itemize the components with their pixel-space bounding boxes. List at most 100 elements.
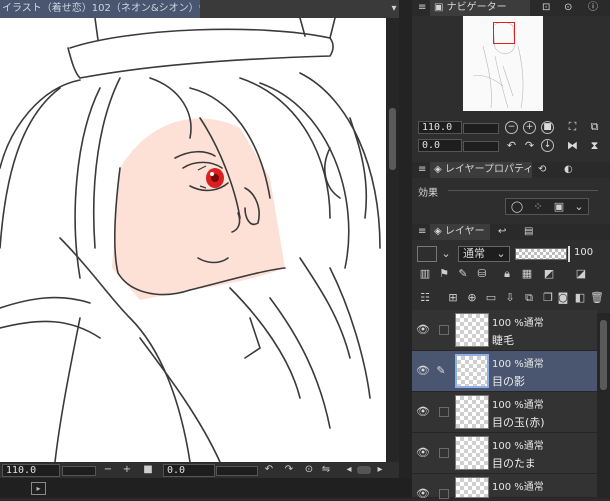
draft-layer-icon[interactable]: ✎ [456, 267, 470, 281]
new-folder-icon[interactable]: ▭ [484, 291, 498, 305]
history-icon[interactable]: ↩ [498, 224, 506, 240]
layer-list-scroll-thumb[interactable] [600, 320, 607, 390]
mask-disable-icon[interactable]: ◪ [574, 267, 588, 281]
fit-square-icon[interactable]: ■ [142, 463, 154, 477]
opacity-value[interactable]: 100 [574, 247, 593, 258]
canvas-zoom-slider[interactable] [62, 466, 96, 476]
layer-mask-icon[interactable]: ◙ [556, 291, 570, 305]
layer-row[interactable]: 👁︎ 100 %通常 [412, 474, 598, 501]
layers-tab-label: レイヤー [444, 226, 485, 237]
tab-icon-2[interactable]: ⊡ [542, 0, 550, 16]
opacity-slider-handle[interactable] [568, 246, 570, 262]
layer-lock-slot[interactable] [439, 325, 449, 335]
panel-menu-icon[interactable]: ≡ [418, 162, 426, 178]
layer-row[interactable]: 👁︎ 100 %通常 目のたま [412, 433, 598, 474]
rotate-left-icon[interactable]: ↶ [263, 463, 275, 477]
navigator-view-frame[interactable] [493, 22, 515, 44]
lock-layer-icon[interactable]: ⛁ [475, 267, 489, 281]
tone-effect-icon[interactable]: ⁘ [531, 200, 545, 214]
layer-thumbnail [455, 354, 489, 388]
tab-icon-color[interactable]: ⟲ [538, 162, 546, 178]
navigator-zoom-slider[interactable] [463, 123, 499, 134]
zoom-in-icon[interactable]: + [523, 121, 536, 134]
zoom-in-button[interactable]: + [121, 463, 133, 477]
layers-tab[interactable]: ◈ レイヤー [430, 224, 490, 240]
visibility-eye-icon[interactable]: 👁︎ [416, 405, 430, 419]
new-raster-layer-icon[interactable]: ⊞ [446, 291, 460, 305]
info-icon[interactable]: ⓘ [588, 0, 598, 16]
canvas-zoom-field[interactable]: 110.0 [2, 464, 60, 477]
visibility-eye-icon[interactable]: 👁︎ [416, 487, 430, 501]
tab-icon-brush[interactable]: ◐ [564, 162, 573, 178]
fit-navigator-icon[interactable]: ⧉ [588, 120, 601, 133]
mask-toggle-icon[interactable]: ◩ [542, 267, 556, 281]
scroll-left-icon[interactable]: ◂ [343, 463, 355, 477]
merge-layer-icon[interactable]: ⧉ [522, 291, 536, 305]
layer-property-tab[interactable]: ◈ レイヤープロパティ [430, 162, 534, 178]
document-tab[interactable]: イラスト（着せ恋）102（ネオン&シオン）* [0, 0, 200, 18]
lock-transparent-icon[interactable]: ▦ [520, 267, 534, 281]
zoom-out-button[interactable]: − [102, 463, 114, 477]
canvas-vertical-scrollbar[interactable] [386, 18, 399, 462]
layer-list-icon[interactable]: ☷ [418, 291, 432, 305]
reset-rotation-icon[interactable]: ↓ [541, 139, 554, 152]
flip-horizontal-icon[interactable]: ⇋ [320, 463, 332, 477]
navigator-tab[interactable]: ▣ ナビゲーター [430, 0, 530, 16]
clipping-icon[interactable]: ▥ [418, 267, 432, 281]
effect-label: 効果 [418, 188, 438, 199]
tab-icon-3[interactable]: ⊙ [564, 0, 572, 16]
layer-property-tab-label: レイヤープロパティ [444, 164, 534, 175]
layer-lock-slot[interactable] [439, 448, 449, 458]
horizontal-scroll-thumb[interactable] [357, 466, 371, 474]
rotate-right-icon[interactable]: ↷ [283, 463, 295, 477]
timeline-icon[interactable]: ▸ [31, 482, 46, 495]
apply-mask-icon[interactable]: ◧ [573, 291, 587, 305]
canvas-rotation-slider[interactable] [216, 466, 258, 476]
rotate-left-icon[interactable]: ↶ [505, 139, 518, 152]
border-effect-icon[interactable]: ◯ [510, 200, 524, 214]
visibility-eye-icon[interactable]: 👁︎ [416, 364, 430, 378]
scroll-right-icon[interactable]: ▸ [374, 463, 386, 477]
layers-icon: ◈ [434, 226, 442, 237]
layer-row[interactable]: 👁︎ 100 %通常 目の玉(赤) [412, 392, 598, 433]
reference-layer-icon[interactable]: ⚑ [437, 267, 451, 281]
pencil-icon[interactable]: ✎ [434, 364, 448, 378]
trash-icon[interactable]: 🗑︎ [590, 291, 604, 305]
layer-color-swatch[interactable] [417, 246, 437, 262]
navigator-zoom-field[interactable]: 110.0 [418, 121, 462, 134]
transfer-down-icon[interactable]: ⇩ [503, 291, 517, 305]
layer-color-icon[interactable]: ▣ [552, 200, 566, 214]
layer-row[interactable]: 👁︎ 100 %通常 睫毛 [412, 310, 598, 351]
new-vector-layer-icon[interactable]: ⊕ [465, 291, 479, 305]
navigator-rotation-field[interactable]: 0.0 [418, 139, 462, 152]
zoom-out-icon[interactable]: − [505, 121, 518, 134]
layers-icon: ◈ [434, 164, 442, 175]
flip-horizontal-icon[interactable]: ⧓ [566, 139, 579, 152]
navigator-rotation-slider[interactable] [463, 141, 499, 152]
panel-menu-icon[interactable]: ≡ [418, 0, 426, 16]
rotate-right-icon[interactable]: ↷ [523, 139, 536, 152]
visibility-eye-icon[interactable]: 👁︎ [416, 446, 430, 460]
opacity-slider[interactable] [515, 248, 567, 260]
layer-mode: 100 %通常 [492, 482, 544, 493]
canvas-rotation-field[interactable]: 0.0 [163, 464, 215, 477]
material-icon[interactable]: ▤ [524, 224, 533, 240]
fit-screen-icon[interactable]: ⛶ [566, 120, 579, 133]
duplicate-layer-icon[interactable]: ❐ [541, 291, 555, 305]
canvas-scroll-thumb[interactable] [389, 108, 396, 170]
layer-row-selected[interactable]: 👁︎ ✎ 100 %通常 目の影 [412, 351, 598, 392]
layer-thumbnail [455, 436, 489, 470]
flip-vertical-icon[interactable]: ⧗ [588, 139, 601, 152]
panel-splitter[interactable] [399, 0, 412, 498]
lock-icon[interactable]: 🔒︎ [500, 267, 514, 281]
panel-menu-icon[interactable]: ≡ [418, 224, 426, 240]
layer-mode: 100 %通常 [492, 359, 544, 370]
chevron-down-icon[interactable]: ⌄ [572, 200, 586, 214]
actual-size-icon[interactable]: ■ [541, 121, 554, 134]
visibility-eye-icon[interactable]: 👁︎ [416, 323, 430, 337]
chevron-down-icon[interactable]: ⌄ [439, 247, 453, 261]
drawing-canvas[interactable] [0, 18, 386, 462]
reset-rotation-icon[interactable]: ⊙ [303, 463, 315, 477]
layer-lock-slot[interactable] [439, 407, 449, 417]
layer-thumbnail [455, 395, 489, 429]
